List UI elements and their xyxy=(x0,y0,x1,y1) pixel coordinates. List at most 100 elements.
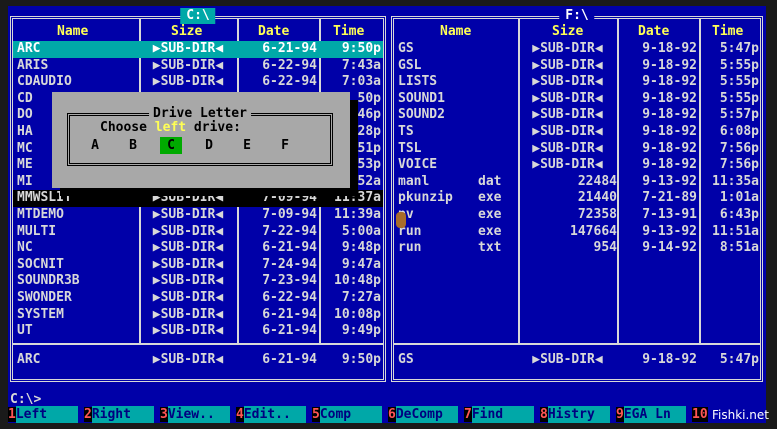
file-ext: exe xyxy=(478,207,502,222)
file-time: 9:47a xyxy=(341,256,381,272)
drive-option-c[interactable]: C xyxy=(160,137,182,154)
file-name: TSL xyxy=(398,140,422,156)
file-row[interactable]: UT ▶SUB-DIR◀ 6-21-94 9:49p xyxy=(13,323,383,340)
file-size: ▶SUB-DIR◀ xyxy=(152,290,224,305)
file-date: 9-18-92 xyxy=(642,157,697,173)
file-name: ME xyxy=(17,157,33,173)
function-key-3[interactable]: 3View.. xyxy=(160,406,230,423)
function-key-2[interactable]: 2Right xyxy=(84,406,154,423)
column-header-date[interactable]: Date xyxy=(258,24,289,40)
function-key-number: 1 xyxy=(8,407,16,422)
function-key-number: 3 xyxy=(160,407,168,422)
file-date: 6-21-94 xyxy=(262,41,317,56)
file-date: 6-22-94 xyxy=(262,74,317,90)
file-row[interactable]: MULTI ▶SUB-DIR◀ 7-22-94 5:00a xyxy=(13,224,383,241)
file-ext: exe xyxy=(478,223,502,239)
file-row[interactable]: CDAUDIO ▶SUB-DIR◀ 6-22-94 7:03a xyxy=(13,74,383,91)
function-key-label: Right xyxy=(91,406,154,423)
column-header-size[interactable]: Size xyxy=(171,24,202,40)
file-size: ▶SUB-DIR◀ xyxy=(532,90,603,106)
file-name: SOUND2 xyxy=(398,107,445,123)
file-date: 6-22-94 xyxy=(262,57,317,73)
column-header-time[interactable]: Time xyxy=(333,24,364,40)
file-name: DO xyxy=(17,107,33,123)
watermark: Fishki.net xyxy=(711,408,769,422)
file-date: 7-21-89 xyxy=(642,190,697,206)
file-row[interactable]: SOCNIT ▶SUB-DIR◀ 7-24-94 9:47a xyxy=(13,257,383,274)
file-time: 7:56p xyxy=(719,157,759,173)
file-date: 9-18-92 xyxy=(642,41,697,56)
file-row[interactable]: pvexe723587-13-916:43p xyxy=(394,207,760,224)
file-row[interactable]: manl dat 22484 9-13-92 11:35a xyxy=(394,174,760,191)
file-row[interactable]: GS ▶SUB-DIR◀ 9-18-92 5:47p xyxy=(394,41,760,58)
file-name: HA xyxy=(17,124,33,139)
file-row[interactable]: run txt 954 9-14-92 8:51a xyxy=(394,240,760,257)
file-date: 9-14-92 xyxy=(642,240,697,256)
file-size: 72358 xyxy=(577,207,617,222)
dialog-prompt: Choose left drive: xyxy=(100,120,241,136)
file-row[interactable]: TSL ▶SUB-DIR◀ 9-18-92 7:56p xyxy=(394,141,760,158)
column-header-time[interactable]: Time xyxy=(712,24,743,40)
file-name: MTDEMO xyxy=(17,207,64,222)
file-name: SYSTEM xyxy=(17,306,64,322)
function-key-6[interactable]: 6DeComp xyxy=(388,406,458,423)
file-row[interactable]: TS ▶SUB-DIR◀ 9-18-92 6:08p xyxy=(394,124,760,141)
function-key-7[interactable]: 7Find xyxy=(464,406,534,423)
function-key-label: Edit.. xyxy=(243,406,306,423)
function-key-4[interactable]: 4Edit.. xyxy=(236,406,306,423)
file-size: ▶SUB-DIR◀ xyxy=(532,41,603,56)
drive-option-f[interactable]: F xyxy=(274,137,296,154)
file-size: ▶SUB-DIR◀ xyxy=(152,256,224,272)
drive-option-a[interactable]: A xyxy=(84,137,106,154)
function-key-1[interactable]: 1Left xyxy=(8,406,78,423)
file-row[interactable]: NC ▶SUB-DIR◀ 6-21-94 9:48p xyxy=(13,240,383,257)
file-row[interactable]: GSL ▶SUB-DIR◀ 9-18-92 5:55p xyxy=(394,58,760,75)
info-name: GS xyxy=(398,352,414,367)
drive-option-b[interactable]: B xyxy=(122,137,144,154)
file-row[interactable]: ARC ▶SUB-DIR◀ 6-21-94 9:50p xyxy=(13,41,383,58)
column-header-date[interactable]: Date xyxy=(638,24,669,40)
file-row[interactable]: LISTS ▶SUB-DIR◀ 9-18-92 5:55p xyxy=(394,74,760,91)
file-date: 6-22-94 xyxy=(262,290,317,305)
file-row[interactable]: SOUND1 ▶SUB-DIR◀ 9-18-92 5:55p xyxy=(394,91,760,108)
file-name: MC xyxy=(17,140,33,156)
file-time: 11:35a xyxy=(712,173,759,189)
file-size: ▶SUB-DIR◀ xyxy=(152,240,224,256)
function-key-number: 8 xyxy=(540,407,548,422)
file-name: manl xyxy=(398,173,430,189)
function-key-9[interactable]: 9EGA Ln xyxy=(616,406,686,423)
function-key-number: 7 xyxy=(464,407,472,422)
function-key-8[interactable]: 8Histry xyxy=(540,406,610,423)
file-name: UT xyxy=(17,323,33,339)
column-header-name[interactable]: Name xyxy=(57,24,88,40)
file-row[interactable]: SOUNDR3B ▶SUB-DIR◀ 7-23-94 10:48p xyxy=(13,273,383,290)
drive-option-d[interactable]: D xyxy=(198,137,220,154)
file-row[interactable]: pkunzip exe 21440 7-21-89 1:01a xyxy=(394,190,760,207)
mouse-cursor-icon xyxy=(396,212,406,228)
file-date: 9-18-92 xyxy=(642,107,697,123)
function-key-bar: 1Left 2Right 3View.. 4Edit.. 5Comp 6DeComp 7Fi… xyxy=(8,406,766,423)
file-row[interactable]: SWONDER ▶SUB-DIR◀ 6-22-94 7:27a xyxy=(13,290,383,307)
right-panel[interactable]: F:\ Name Size Date Time GS ▶SUB-DIR◀ 9-18-… xyxy=(391,8,763,382)
file-size: ▶SUB-DIR◀ xyxy=(532,124,603,139)
file-time: 9:49p xyxy=(341,323,381,339)
function-key-5[interactable]: 5Comp xyxy=(312,406,382,423)
file-row[interactable]: ARIS ▶SUB-DIR◀ 6-22-94 7:43a xyxy=(13,58,383,75)
file-row[interactable]: run exe 147664 9-13-92 11:51a xyxy=(394,224,760,241)
file-date: 9-18-92 xyxy=(642,124,697,139)
drive-option-e[interactable]: E xyxy=(236,137,258,154)
file-time: 7:43a xyxy=(341,57,381,73)
info-size: ▶SUB-DIR◀ xyxy=(152,352,224,367)
file-time: 5:55p xyxy=(719,57,759,73)
file-row[interactable]: VOICE ▶SUB-DIR◀ 9-18-92 7:56p xyxy=(394,157,760,174)
file-row[interactable]: SYSTEM ▶SUB-DIR◀ 6-21-94 10:08p xyxy=(13,307,383,324)
file-time: 10:08p xyxy=(334,306,381,322)
function-key-label: Find xyxy=(471,406,534,423)
file-row[interactable]: SOUND2 ▶SUB-DIR◀ 9-18-92 5:57p xyxy=(394,107,760,124)
column-header-name[interactable]: Name xyxy=(440,24,471,40)
file-time: 8:51a xyxy=(719,240,759,256)
function-key-label: DeComp xyxy=(395,406,458,423)
file-name: TS xyxy=(398,124,414,139)
column-header-size[interactable]: Size xyxy=(552,24,583,40)
file-time: 10:48p xyxy=(334,273,381,289)
